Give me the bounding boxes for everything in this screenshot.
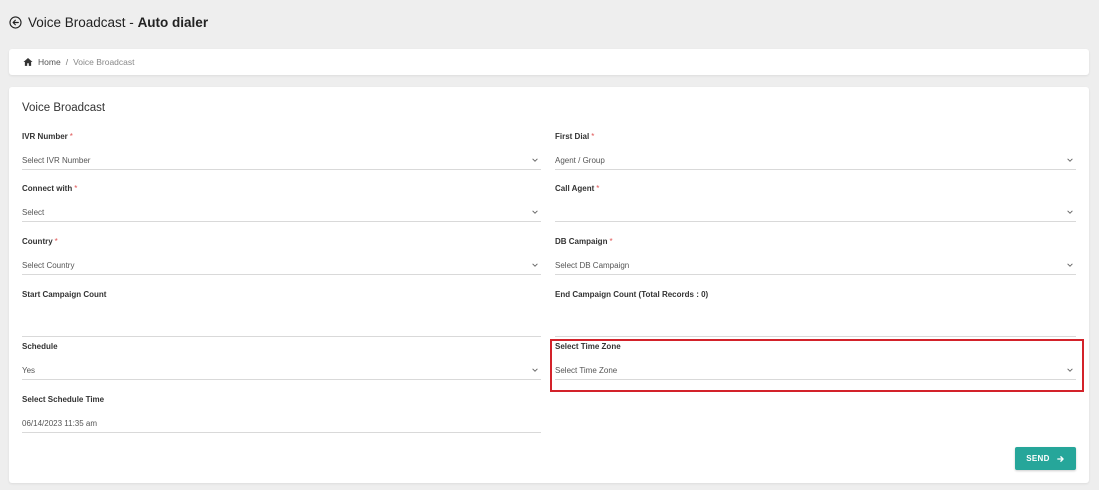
chevron-down-icon	[1066, 366, 1074, 374]
page-title-strong: Auto dialer	[137, 14, 209, 30]
connect-with-value: Select	[22, 207, 45, 217]
breadcrumb: Home / Voice Broadcast	[9, 49, 1089, 75]
schedule-time-label: Select Schedule Time	[22, 395, 105, 404]
end-campaign-count-input[interactable]	[555, 318, 1076, 337]
end-campaign-count-label: End Campaign Count (Total Records : 0)	[555, 290, 709, 299]
voice-broadcast-form-card: Voice Broadcast IVR Number * Select IVR N…	[9, 87, 1089, 483]
circle-arrow-left-icon[interactable]	[9, 15, 22, 29]
first-dial-label: First Dial *	[555, 132, 595, 141]
arrow-right-icon	[1056, 455, 1065, 463]
breadcrumb-current: Voice Broadcast	[73, 57, 135, 67]
breadcrumb-home-link[interactable]: Home	[38, 57, 61, 67]
schedule-time-input[interactable]: 06/14/2023 11:35 am	[22, 414, 541, 433]
schedule-value: Yes	[22, 365, 36, 375]
time-zone-value: Select Time Zone	[555, 365, 618, 375]
country-value: Select Country	[22, 260, 75, 270]
chevron-down-icon	[1066, 156, 1074, 164]
db-campaign-label: DB Campaign *	[555, 237, 613, 246]
schedule-label: Schedule	[22, 342, 58, 351]
call-agent-select[interactable]	[555, 203, 1076, 222]
required-marker: *	[74, 184, 78, 193]
db-campaign-value: Select DB Campaign	[555, 260, 630, 270]
ivr-number-label: IVR Number *	[22, 132, 73, 141]
required-marker: *	[69, 132, 73, 141]
first-dial-value: Agent / Group	[555, 155, 605, 165]
chevron-down-icon	[531, 366, 539, 374]
page-header: Voice Broadcast - Auto dialer	[9, 12, 208, 32]
page-title: Voice Broadcast - Auto dialer	[28, 15, 208, 30]
required-marker: *	[596, 184, 600, 193]
home-icon[interactable]	[23, 57, 33, 67]
connect-with-select[interactable]: Select	[22, 203, 541, 222]
country-select[interactable]: Select Country	[22, 256, 541, 275]
chevron-down-icon	[1066, 208, 1074, 216]
page-title-prefix: Voice Broadcast -	[28, 14, 138, 30]
required-marker: *	[591, 132, 595, 141]
call-agent-label: Call Agent *	[555, 184, 600, 193]
ivr-number-value: Select IVR Number	[22, 155, 91, 165]
send-button[interactable]: SEND	[1015, 447, 1076, 470]
breadcrumb-separator: /	[65, 57, 69, 67]
db-campaign-select[interactable]: Select DB Campaign	[555, 256, 1076, 275]
chevron-down-icon	[1066, 261, 1074, 269]
send-button-label: SEND	[1026, 454, 1050, 463]
chevron-down-icon	[531, 156, 539, 164]
first-dial-select[interactable]: Agent / Group	[555, 151, 1076, 170]
ivr-number-select[interactable]: Select IVR Number	[22, 151, 541, 170]
connect-with-label: Connect with *	[22, 184, 78, 193]
chevron-down-icon	[531, 261, 539, 269]
required-marker: *	[54, 237, 58, 246]
time-zone-label: Select Time Zone	[555, 342, 621, 351]
form-title: Voice Broadcast	[22, 102, 106, 114]
time-zone-select[interactable]: Select Time Zone	[555, 361, 1076, 380]
schedule-select[interactable]: Yes	[22, 361, 541, 380]
chevron-down-icon	[531, 208, 539, 216]
start-campaign-count-input[interactable]	[22, 318, 541, 337]
country-label: Country *	[22, 237, 58, 246]
schedule-time-value: 06/14/2023 11:35 am	[22, 418, 98, 428]
required-marker: *	[609, 237, 613, 246]
start-campaign-count-label: Start Campaign Count	[22, 290, 107, 299]
